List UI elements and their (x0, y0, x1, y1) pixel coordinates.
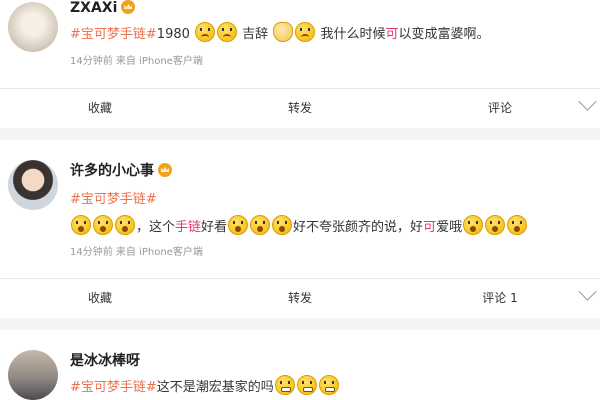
topic-tag[interactable]: #宝可梦手链# (70, 27, 157, 42)
topic-line: #宝可梦手链# (70, 188, 157, 207)
action-bar: 收藏 转发 评论 1 (0, 278, 600, 315)
post-meta: 14分钟前 来自 iPhone客户端 (70, 247, 203, 258)
comment-button[interactable]: 评论 (400, 89, 600, 125)
repost-button[interactable]: 转发 (200, 279, 400, 315)
username[interactable]: 许多的小心事 (70, 160, 172, 180)
topic-tag[interactable]: #宝可梦手链# (70, 380, 157, 395)
clap-emoji-icon (273, 22, 294, 42)
username[interactable]: 是冰冰棒呀 (70, 350, 140, 370)
avatar[interactable] (8, 2, 58, 52)
favorite-button[interactable]: 收藏 (0, 89, 200, 125)
crown-badge-icon (158, 163, 172, 177)
shock-emoji-icon (272, 215, 293, 235)
avatar[interactable] (8, 160, 58, 210)
silent-emoji-icon (274, 375, 295, 395)
post-card: ZXAXi #宝可梦手链#1980 吉辞 我什么时候可以变成富婆啊。 14分钟前… (0, 0, 600, 128)
action-bar: 收藏 转发 评论 (0, 88, 600, 125)
post-text: #宝可梦手链#1980 吉辞 我什么时候可以变成富婆啊。 (70, 22, 490, 42)
topic-tag[interactable]: #宝可梦手链# (70, 192, 157, 207)
shock-emoji-icon (250, 215, 271, 235)
avatar[interactable] (8, 350, 58, 400)
post-text: ，这个手链好看 好不夸张颜齐的说，好可爱哦 (70, 215, 528, 235)
separator (0, 318, 600, 330)
favorite-button[interactable]: 收藏 (0, 279, 200, 315)
worried-emoji-icon (295, 22, 316, 42)
shock-emoji-icon (463, 215, 484, 235)
shock-emoji-icon (228, 215, 249, 235)
shock-emoji-icon (93, 215, 113, 235)
silent-emoji-icon (318, 375, 339, 395)
post-card: 是冰冰棒呀 #宝可梦手链#这不是潮宏基家的吗 (0, 330, 600, 400)
worried-emoji-icon (195, 22, 216, 42)
silent-emoji-icon (296, 375, 317, 395)
crown-badge-icon (121, 0, 136, 14)
post-text: #宝可梦手链#这不是潮宏基家的吗 (70, 375, 340, 395)
post-meta: 14分钟前 来自 iPhone客户端 (70, 56, 203, 67)
shock-emoji-icon (71, 215, 91, 235)
shock-emoji-icon (507, 215, 528, 235)
separator (0, 128, 600, 140)
shock-emoji-icon (115, 215, 135, 235)
comment-button[interactable]: 评论 1 (400, 279, 600, 315)
repost-button[interactable]: 转发 (200, 89, 400, 125)
worried-emoji-icon (217, 22, 238, 42)
shock-emoji-icon (485, 215, 506, 235)
post-card: 许多的小心事 #宝可梦手链# ，这个手链好看 好不夸张颜齐的说，好可爱哦 14分钟… (0, 140, 600, 318)
username[interactable]: ZXAXi (70, 0, 136, 16)
